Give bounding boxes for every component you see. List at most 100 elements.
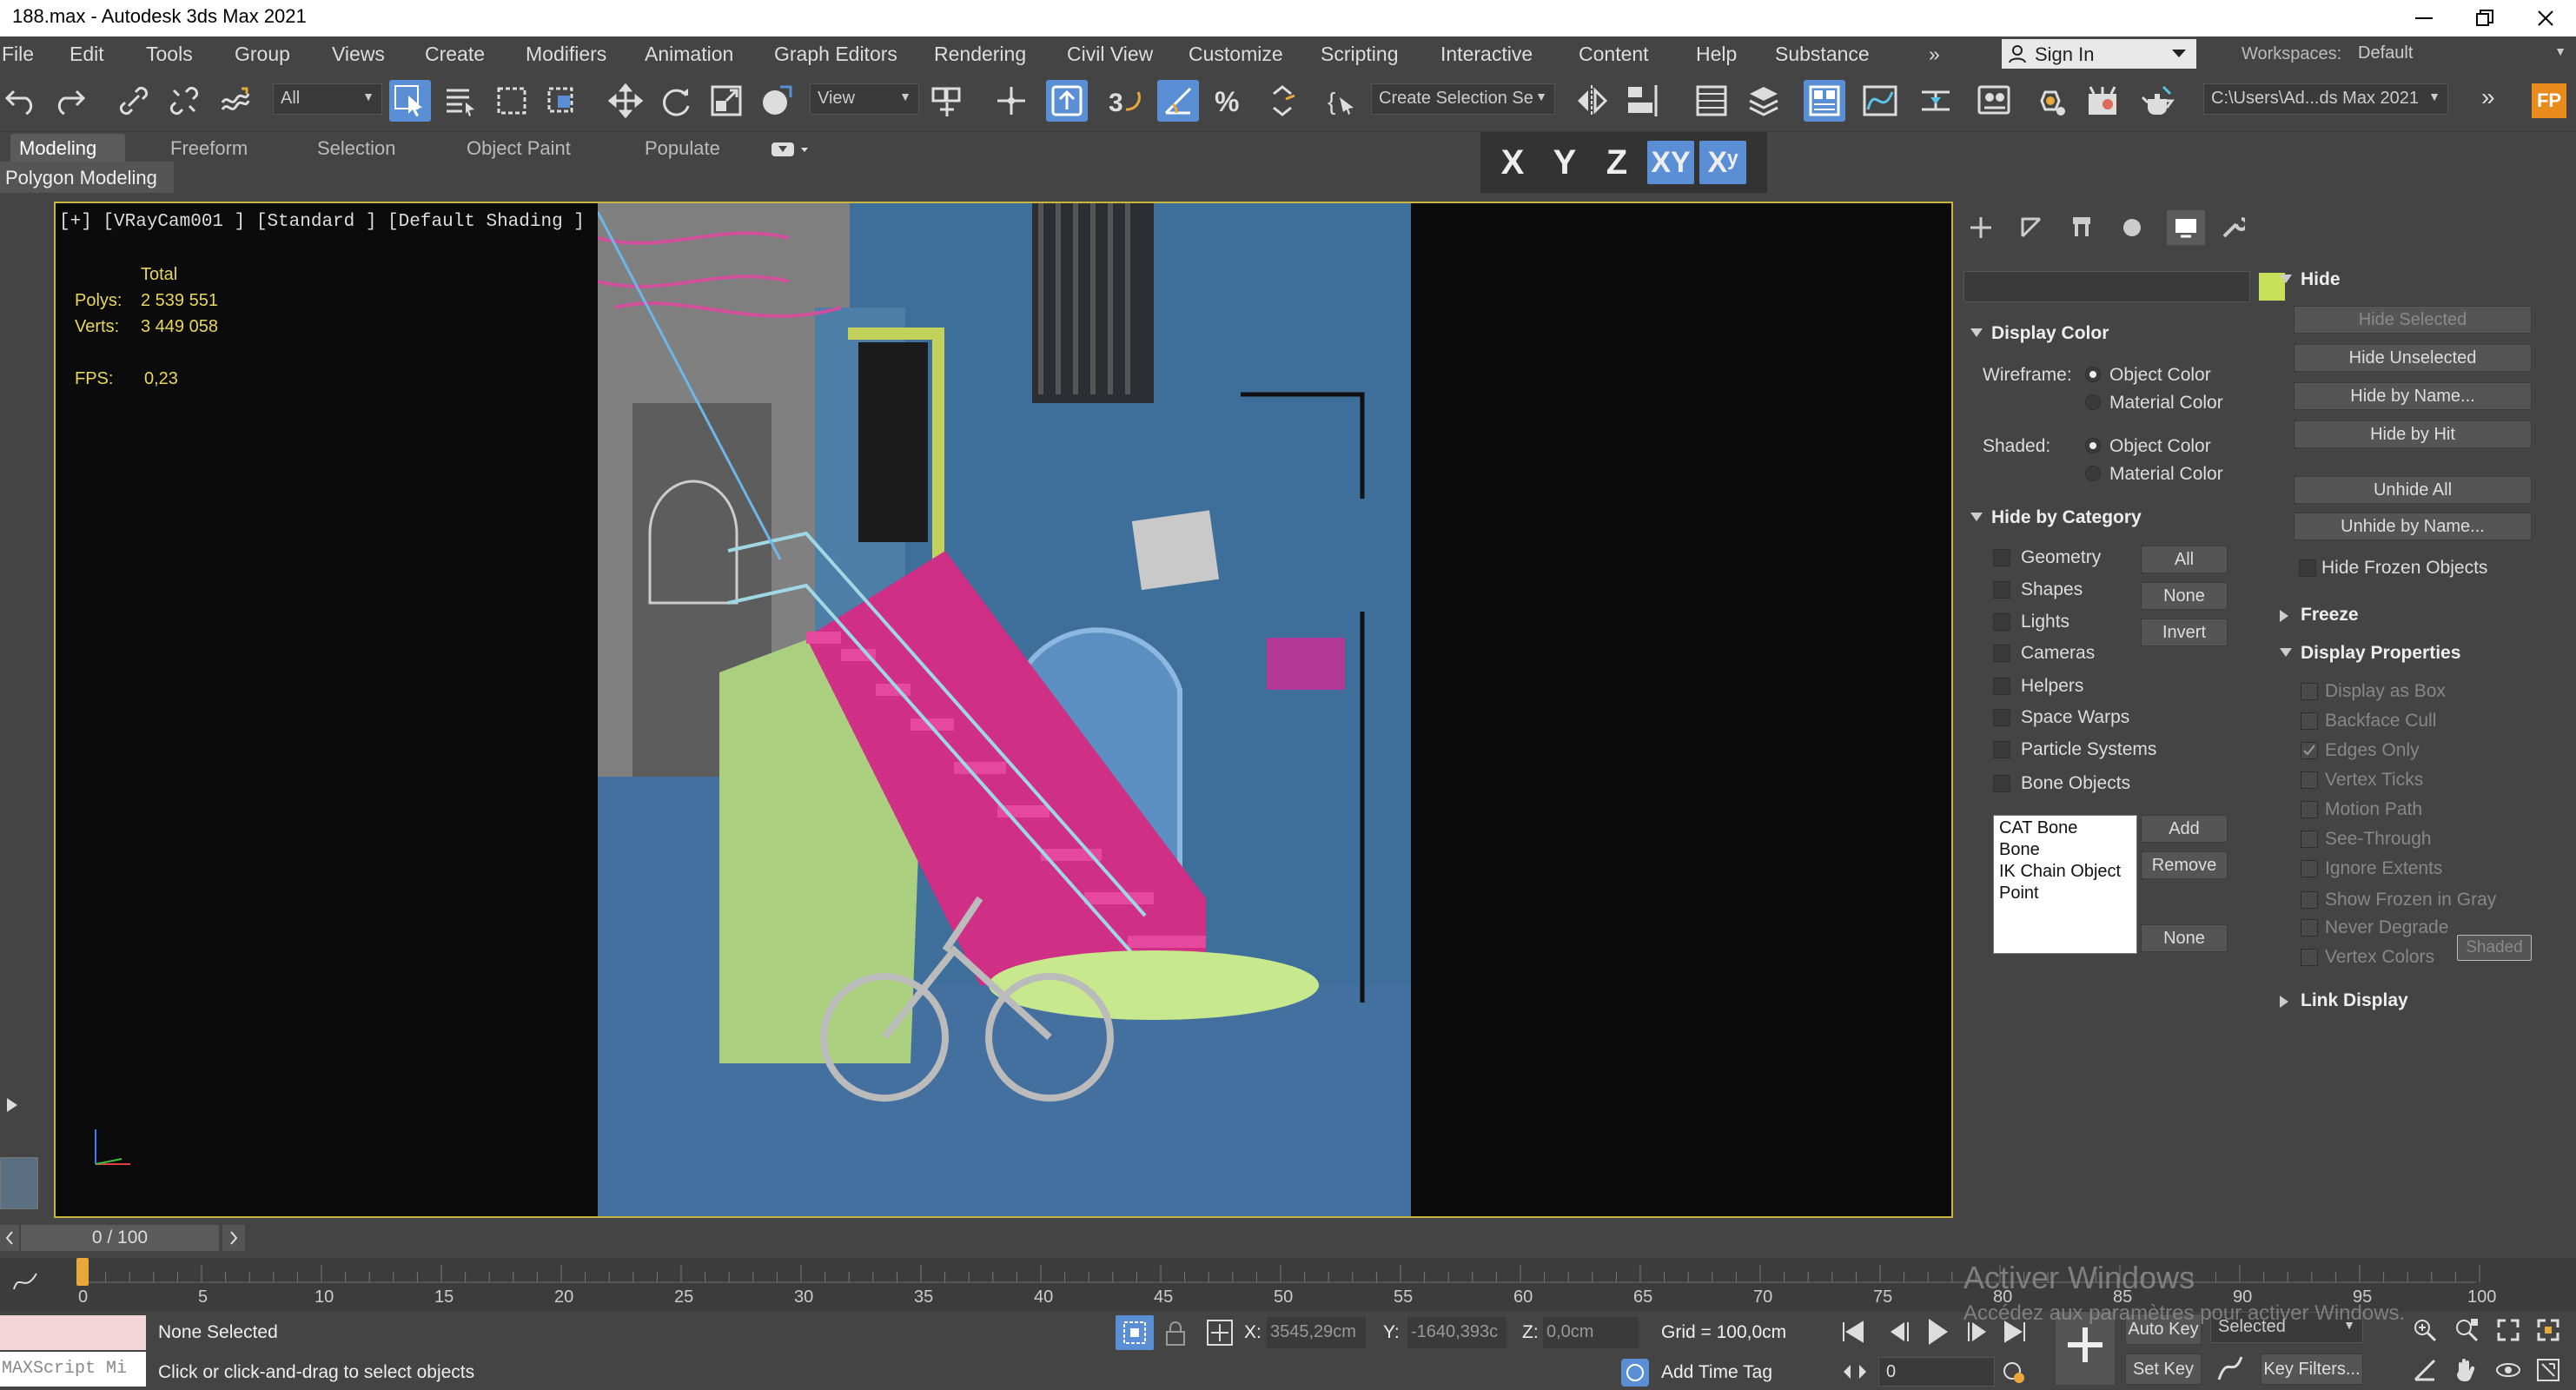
zoom-icon[interactable]	[2412, 1317, 2438, 1343]
rectangular-selection-button[interactable]	[492, 80, 533, 122]
rendered-frame-window-button[interactable]	[2082, 80, 2123, 122]
percent-snap-button[interactable]: %	[1209, 80, 1251, 122]
show-frozen-gray-checkbox[interactable]	[2301, 891, 2318, 909]
curve-editor-button[interactable]	[1859, 80, 1901, 122]
mirror-button[interactable]	[1571, 80, 1612, 122]
shaded-material-color-radio[interactable]	[2085, 466, 2101, 481]
menu-rendering[interactable]: Rendering	[934, 43, 1026, 66]
time-prev-button[interactable]	[0, 1225, 19, 1251]
menu-tools[interactable]: Tools	[146, 43, 193, 66]
category-all-button[interactable]: All	[2141, 546, 2228, 573]
ignore-extents-checkbox[interactable]	[2301, 860, 2318, 877]
menu-interactive[interactable]: Interactive	[1440, 43, 1533, 66]
axis-y-button[interactable]: Y	[1541, 141, 1588, 184]
unlink-button[interactable]	[163, 80, 205, 122]
y-coord-field[interactable]: -1640,393c	[1407, 1317, 1507, 1348]
helpers-checkbox[interactable]	[1993, 678, 2010, 695]
play-icon[interactable]	[1925, 1317, 1951, 1347]
restore-button[interactable]	[2454, 0, 2515, 36]
menu-more[interactable]: »	[1929, 43, 1940, 66]
render-production-button[interactable]	[2137, 80, 2179, 122]
list-item[interactable]: CAT Bone	[1999, 817, 2131, 839]
list-item[interactable]: Bone	[1999, 839, 2131, 861]
close-button[interactable]	[2515, 0, 2576, 36]
motion-path-checkbox[interactable]	[2301, 801, 2318, 818]
viewport[interactable]	[54, 202, 1953, 1218]
time-configuration-icon[interactable]	[2002, 1360, 2026, 1385]
tab-modeling[interactable]: Modeling	[10, 134, 125, 163]
zoom-extents-all-icon[interactable]	[2535, 1317, 2561, 1343]
angle-snap-button[interactable]	[1157, 80, 1199, 122]
key-mode-icon[interactable]	[1842, 1362, 1868, 1381]
maximize-viewport-icon[interactable]	[2535, 1357, 2561, 1383]
sign-in-button[interactable]: Sign In	[2002, 39, 2196, 69]
menu-graph-editors[interactable]: Graph Editors	[774, 43, 897, 66]
menu-customize[interactable]: Customize	[1189, 43, 1283, 66]
collapse-arrow-icon[interactable]	[1970, 328, 1983, 339]
menu-content[interactable]: Content	[1579, 43, 1649, 66]
menu-edit[interactable]: Edit	[70, 43, 104, 66]
window-crossing-button[interactable]	[542, 80, 584, 122]
add-time-tag[interactable]: Add Time Tag	[1661, 1362, 1772, 1383]
layer-explorer-button[interactable]	[1743, 80, 1785, 122]
toggle-ribbon-button[interactable]	[1804, 80, 1845, 122]
polygon-modeling-label[interactable]: Polygon Modeling	[5, 167, 157, 189]
edges-only-checkbox[interactable]	[2301, 742, 2318, 759]
time-tag-icon[interactable]	[1619, 1357, 1651, 1388]
display-properties-title[interactable]: Display Properties	[2301, 643, 2460, 664]
time-slider[interactable]: 0 / 100	[21, 1225, 219, 1251]
isolate-selection-button[interactable]	[1116, 1315, 1154, 1350]
select-manipulate-button[interactable]	[990, 80, 1032, 122]
scale-button[interactable]	[705, 80, 747, 122]
hide-frozen-checkbox[interactable]	[2299, 559, 2316, 577]
list-add-button[interactable]: Add	[2141, 815, 2228, 843]
forest-pack-button[interactable]: FP	[2532, 83, 2566, 118]
backface-cull-checkbox[interactable]	[2301, 712, 2318, 730]
tab-populate[interactable]: Populate	[636, 134, 729, 163]
go-to-start-icon[interactable]	[1840, 1320, 1866, 1343]
link-button[interactable]	[113, 80, 155, 122]
curve-editor-mini-icon[interactable]	[12, 1270, 38, 1291]
menu-civil-view[interactable]: Civil View	[1067, 43, 1153, 66]
named-selection-dropdown[interactable]: Create Selection Se ▼	[1371, 83, 1555, 115]
hide-selected-button[interactable]: Hide Selected	[2294, 306, 2532, 334]
set-key-button[interactable]: Set Key	[2125, 1354, 2202, 1385]
lock-icon[interactable]	[1164, 1320, 1187, 1347]
project-folder-dropdown[interactable]: C:\Users\Ad...ds Max 2021 ▼	[2203, 83, 2448, 115]
viewport-layout-tab[interactable]	[0, 1157, 38, 1209]
absolute-mode-icon[interactable]	[1206, 1319, 1234, 1347]
unhide-by-name-button[interactable]: Unhide by Name...	[2294, 513, 2532, 540]
particle-systems-checkbox[interactable]	[1993, 741, 2010, 758]
hide-by-hit-button[interactable]: Hide by Hit	[2294, 420, 2532, 448]
modify-tab-icon[interactable]	[2019, 215, 2043, 240]
axis-xy-button[interactable]: XY	[1647, 141, 1694, 184]
minimize-button[interactable]	[2394, 0, 2454, 36]
menu-views[interactable]: Views	[332, 43, 385, 66]
vertex-colors-checkbox[interactable]	[2301, 949, 2318, 966]
display-color-title[interactable]: Display Color	[1991, 323, 2109, 344]
menu-modifiers[interactable]: Modifiers	[526, 43, 606, 66]
utilities-tab-icon[interactable]	[2221, 215, 2245, 240]
field-of-view-icon[interactable]	[2412, 1357, 2438, 1383]
hide-title[interactable]: Hide	[2301, 269, 2341, 290]
move-button[interactable]	[605, 80, 646, 122]
place-button[interactable]	[756, 80, 798, 122]
previous-frame-icon[interactable]	[1885, 1320, 1911, 1343]
bind-space-warp-button[interactable]	[214, 80, 255, 122]
render-setup-button[interactable]	[2030, 80, 2071, 122]
never-degrade-checkbox[interactable]	[2301, 919, 2318, 937]
time-marker[interactable]	[76, 1258, 89, 1286]
zoom-all-icon[interactable]	[2453, 1317, 2480, 1343]
workspace-dropdown[interactable]: Default ▼	[2351, 39, 2573, 70]
bone-objects-checkbox[interactable]	[1993, 775, 2010, 792]
maxscript-listener-top[interactable]	[0, 1315, 146, 1350]
tab-freeform[interactable]: Freeform	[162, 134, 256, 163]
hide-by-name-button[interactable]: Hide by Name...	[2294, 382, 2532, 410]
create-tab-icon[interactable]	[1969, 215, 1993, 240]
z-coord-field[interactable]: 0,0cm	[1543, 1317, 1639, 1348]
schematic-view-button[interactable]	[1915, 80, 1957, 122]
material-editor-button[interactable]	[1974, 80, 2016, 122]
menu-create[interactable]: Create	[425, 43, 485, 66]
toolbar-more[interactable]: »	[2481, 83, 2495, 111]
list-none-button[interactable]: None	[2141, 924, 2228, 952]
